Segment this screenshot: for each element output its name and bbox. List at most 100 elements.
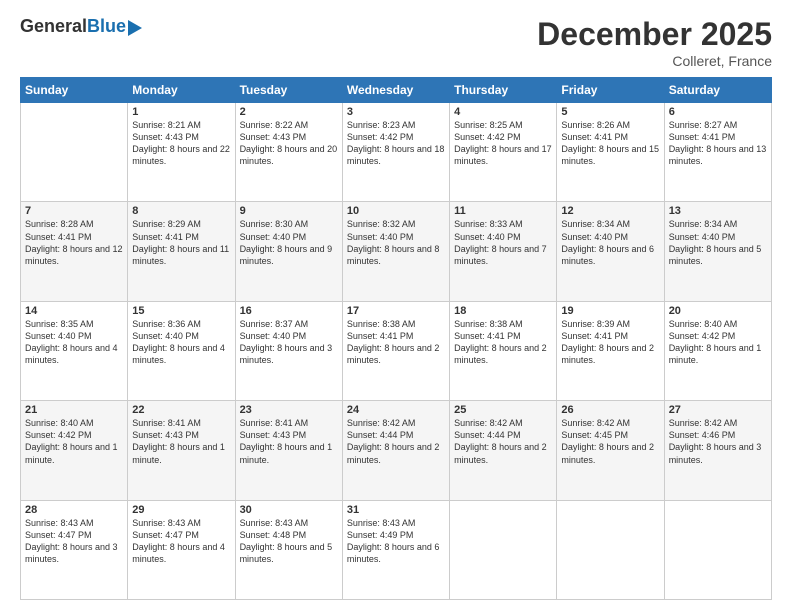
calendar-cell: 14Sunrise: 8:35 AMSunset: 4:40 PMDayligh… [21,301,128,400]
calendar-week-0: 1Sunrise: 8:21 AMSunset: 4:43 PMDaylight… [21,103,772,202]
calendar: Sunday Monday Tuesday Wednesday Thursday… [20,77,772,600]
page: General Blue December 2025 Colleret, Fra… [0,0,792,612]
cell-info: Sunrise: 8:27 AMSunset: 4:41 PMDaylight:… [669,119,767,168]
calendar-cell: 4Sunrise: 8:25 AMSunset: 4:42 PMDaylight… [450,103,557,202]
calendar-week-2: 14Sunrise: 8:35 AMSunset: 4:40 PMDayligh… [21,301,772,400]
day-number: 7 [25,205,123,217]
calendar-cell: 3Sunrise: 8:23 AMSunset: 4:42 PMDaylight… [342,103,449,202]
col-saturday: Saturday [664,78,771,103]
logo: General Blue [20,16,142,37]
day-number: 25 [454,404,552,416]
col-wednesday: Wednesday [342,78,449,103]
calendar-cell: 28Sunrise: 8:43 AMSunset: 4:47 PMDayligh… [21,500,128,599]
calendar-cell: 24Sunrise: 8:42 AMSunset: 4:44 PMDayligh… [342,401,449,500]
cell-info: Sunrise: 8:22 AMSunset: 4:43 PMDaylight:… [240,119,338,168]
calendar-cell [557,500,664,599]
calendar-cell: 18Sunrise: 8:38 AMSunset: 4:41 PMDayligh… [450,301,557,400]
calendar-cell [21,103,128,202]
month-title: December 2025 [537,16,772,53]
logo-blue: Blue [87,16,126,37]
cell-info: Sunrise: 8:42 AMSunset: 4:45 PMDaylight:… [561,417,659,466]
day-number: 2 [240,106,338,118]
cell-info: Sunrise: 8:29 AMSunset: 4:41 PMDaylight:… [132,218,230,267]
calendar-cell: 16Sunrise: 8:37 AMSunset: 4:40 PMDayligh… [235,301,342,400]
col-friday: Friday [557,78,664,103]
calendar-cell: 23Sunrise: 8:41 AMSunset: 4:43 PMDayligh… [235,401,342,500]
day-number: 28 [25,504,123,516]
day-number: 21 [25,404,123,416]
day-number: 5 [561,106,659,118]
calendar-cell: 1Sunrise: 8:21 AMSunset: 4:43 PMDaylight… [128,103,235,202]
cell-info: Sunrise: 8:21 AMSunset: 4:43 PMDaylight:… [132,119,230,168]
cell-info: Sunrise: 8:41 AMSunset: 4:43 PMDaylight:… [240,417,338,466]
day-number: 17 [347,305,445,317]
cell-info: Sunrise: 8:30 AMSunset: 4:40 PMDaylight:… [240,218,338,267]
cell-info: Sunrise: 8:41 AMSunset: 4:43 PMDaylight:… [132,417,230,466]
day-number: 15 [132,305,230,317]
calendar-cell: 15Sunrise: 8:36 AMSunset: 4:40 PMDayligh… [128,301,235,400]
calendar-header-row: Sunday Monday Tuesday Wednesday Thursday… [21,78,772,103]
calendar-cell: 17Sunrise: 8:38 AMSunset: 4:41 PMDayligh… [342,301,449,400]
day-number: 22 [132,404,230,416]
col-tuesday: Tuesday [235,78,342,103]
calendar-cell: 21Sunrise: 8:40 AMSunset: 4:42 PMDayligh… [21,401,128,500]
cell-info: Sunrise: 8:23 AMSunset: 4:42 PMDaylight:… [347,119,445,168]
day-number: 8 [132,205,230,217]
day-number: 14 [25,305,123,317]
day-number: 27 [669,404,767,416]
cell-info: Sunrise: 8:25 AMSunset: 4:42 PMDaylight:… [454,119,552,168]
calendar-cell: 13Sunrise: 8:34 AMSunset: 4:40 PMDayligh… [664,202,771,301]
cell-info: Sunrise: 8:36 AMSunset: 4:40 PMDaylight:… [132,318,230,367]
col-sunday: Sunday [21,78,128,103]
day-number: 29 [132,504,230,516]
header: General Blue December 2025 Colleret, Fra… [20,16,772,69]
cell-info: Sunrise: 8:43 AMSunset: 4:49 PMDaylight:… [347,517,445,566]
day-number: 26 [561,404,659,416]
cell-info: Sunrise: 8:34 AMSunset: 4:40 PMDaylight:… [561,218,659,267]
col-thursday: Thursday [450,78,557,103]
title-block: December 2025 Colleret, France [537,16,772,69]
day-number: 4 [454,106,552,118]
day-number: 11 [454,205,552,217]
calendar-cell: 11Sunrise: 8:33 AMSunset: 4:40 PMDayligh… [450,202,557,301]
calendar-cell: 30Sunrise: 8:43 AMSunset: 4:48 PMDayligh… [235,500,342,599]
location: Colleret, France [537,53,772,69]
col-monday: Monday [128,78,235,103]
cell-info: Sunrise: 8:26 AMSunset: 4:41 PMDaylight:… [561,119,659,168]
cell-info: Sunrise: 8:39 AMSunset: 4:41 PMDaylight:… [561,318,659,367]
calendar-cell: 19Sunrise: 8:39 AMSunset: 4:41 PMDayligh… [557,301,664,400]
calendar-cell: 12Sunrise: 8:34 AMSunset: 4:40 PMDayligh… [557,202,664,301]
cell-info: Sunrise: 8:43 AMSunset: 4:47 PMDaylight:… [25,517,123,566]
cell-info: Sunrise: 8:35 AMSunset: 4:40 PMDaylight:… [25,318,123,367]
calendar-cell: 5Sunrise: 8:26 AMSunset: 4:41 PMDaylight… [557,103,664,202]
day-number: 3 [347,106,445,118]
calendar-cell: 9Sunrise: 8:30 AMSunset: 4:40 PMDaylight… [235,202,342,301]
calendar-cell [664,500,771,599]
calendar-week-4: 28Sunrise: 8:43 AMSunset: 4:47 PMDayligh… [21,500,772,599]
day-number: 20 [669,305,767,317]
cell-info: Sunrise: 8:43 AMSunset: 4:47 PMDaylight:… [132,517,230,566]
logo-general: General [20,16,87,37]
cell-info: Sunrise: 8:42 AMSunset: 4:46 PMDaylight:… [669,417,767,466]
calendar-cell: 26Sunrise: 8:42 AMSunset: 4:45 PMDayligh… [557,401,664,500]
day-number: 19 [561,305,659,317]
cell-info: Sunrise: 8:33 AMSunset: 4:40 PMDaylight:… [454,218,552,267]
calendar-cell: 22Sunrise: 8:41 AMSunset: 4:43 PMDayligh… [128,401,235,500]
day-number: 13 [669,205,767,217]
calendar-cell: 6Sunrise: 8:27 AMSunset: 4:41 PMDaylight… [664,103,771,202]
day-number: 31 [347,504,445,516]
cell-info: Sunrise: 8:37 AMSunset: 4:40 PMDaylight:… [240,318,338,367]
calendar-week-1: 7Sunrise: 8:28 AMSunset: 4:41 PMDaylight… [21,202,772,301]
day-number: 10 [347,205,445,217]
calendar-cell: 20Sunrise: 8:40 AMSunset: 4:42 PMDayligh… [664,301,771,400]
day-number: 6 [669,106,767,118]
cell-info: Sunrise: 8:42 AMSunset: 4:44 PMDaylight:… [454,417,552,466]
calendar-cell: 25Sunrise: 8:42 AMSunset: 4:44 PMDayligh… [450,401,557,500]
cell-info: Sunrise: 8:43 AMSunset: 4:48 PMDaylight:… [240,517,338,566]
day-number: 9 [240,205,338,217]
cell-info: Sunrise: 8:34 AMSunset: 4:40 PMDaylight:… [669,218,767,267]
cell-info: Sunrise: 8:40 AMSunset: 4:42 PMDaylight:… [669,318,767,367]
cell-info: Sunrise: 8:42 AMSunset: 4:44 PMDaylight:… [347,417,445,466]
day-number: 16 [240,305,338,317]
calendar-cell: 27Sunrise: 8:42 AMSunset: 4:46 PMDayligh… [664,401,771,500]
